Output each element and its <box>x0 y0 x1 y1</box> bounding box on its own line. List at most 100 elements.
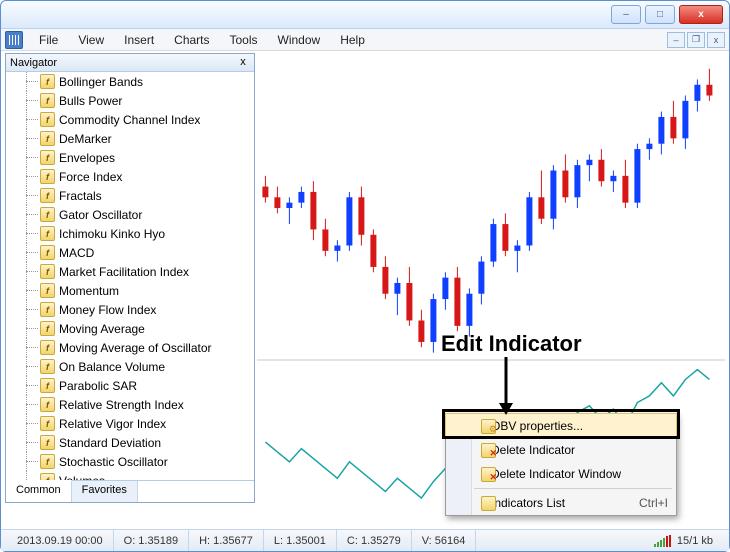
indicator-label: Gator Oscillator <box>59 208 142 222</box>
status-high: H: 1.35677 <box>189 530 264 551</box>
window-maximize-button[interactable]: □ <box>645 5 675 24</box>
menu-window[interactable]: Window <box>268 31 331 49</box>
menu-tools[interactable]: Tools <box>220 31 268 49</box>
ctx-obv-properties[interactable]: OBV properties... <box>445 413 677 439</box>
indicator-icon: f <box>40 74 55 89</box>
status-close: C: 1.35279 <box>337 530 412 551</box>
indicator-label: Envelopes <box>59 151 115 165</box>
menu-view[interactable]: View <box>68 31 114 49</box>
ctx-obv-properties-label: OBV properties... <box>491 419 583 433</box>
indicator-item[interactable]: fFractals <box>6 186 254 205</box>
mdi-minimize-button[interactable]: – <box>667 32 685 48</box>
indicator-label: Money Flow Index <box>59 303 156 317</box>
indicator-icon: f <box>40 93 55 108</box>
indicator-label: Fractals <box>59 189 102 203</box>
ctx-indicators-list-label: Indicators List <box>491 496 565 510</box>
ctx-indicators-list[interactable]: Indicators List Ctrl+I <box>446 491 676 515</box>
indicator-label: Stochastic Oscillator <box>59 455 168 469</box>
navigator-tabs: Common Favorites <box>6 480 254 502</box>
indicator-item[interactable]: f DeMarker <box>6 129 254 148</box>
indicator-item[interactable]: fStochastic Oscillator <box>6 452 254 471</box>
indicator-item[interactable]: f Money Flow Index <box>6 300 254 319</box>
indicator-label: On Balance Volume <box>59 360 165 374</box>
indicator-icon: f <box>40 473 55 480</box>
indicator-item[interactable]: f Market Facilitation Index <box>6 262 254 281</box>
window-close-button[interactable]: x <box>679 5 723 24</box>
menubar: FileViewInsertChartsToolsWindowHelp – ❐ … <box>1 29 729 51</box>
indicator-icon: f <box>40 283 55 298</box>
indicator-label: Bulls Power <box>59 94 122 108</box>
statusbar: 2013.09.19 00:00 O: 1.35189 H: 1.35677 L… <box>1 529 729 551</box>
indicator-item[interactable]: fParabolic SAR <box>6 376 254 395</box>
indicator-item[interactable]: fForce Index <box>6 167 254 186</box>
indicator-label: Momentum <box>59 284 119 298</box>
indicator-icon: f <box>40 359 55 374</box>
indicator-icon: f <box>40 321 55 336</box>
app-window: – □ x FileViewInsertChartsToolsWindowHel… <box>0 0 730 552</box>
menu-file[interactable]: File <box>29 31 68 49</box>
context-menu: OBV properties... Delete Indicator Delet… <box>445 413 677 516</box>
indicator-item[interactable]: f Relative Strength Index <box>6 395 254 414</box>
signal-bars-icon <box>654 535 671 547</box>
indicator-item[interactable]: fVolumes <box>6 471 254 480</box>
indicator-label: Bollinger Bands <box>59 75 143 89</box>
delete-window-icon <box>481 467 496 482</box>
window-minimize-button[interactable]: – <box>611 5 641 24</box>
indicator-icon: f <box>40 302 55 317</box>
navigator-title: Navigator <box>10 57 57 69</box>
indicator-item[interactable]: f Gator Oscillator <box>6 205 254 224</box>
indicator-label: DeMarker <box>59 132 112 146</box>
indicator-item[interactable]: f Bollinger Bands <box>6 72 254 91</box>
indicator-label: Force Index <box>59 170 122 184</box>
navigator-titlebar[interactable]: Navigator x <box>6 54 254 72</box>
navigator-panel: Navigator x f Bollinger Bands f Bulls Power… <box>5 53 255 503</box>
navigator-tree[interactable]: fBollinger BandsfBulls PowerfCommodity C… <box>6 72 254 480</box>
indicator-label: Ichimoku Kinko Hyo <box>59 227 165 241</box>
titlebar[interactable]: – □ x <box>1 1 729 29</box>
indicator-icon: f <box>40 435 55 450</box>
menu-help[interactable]: Help <box>330 31 375 49</box>
indicator-item[interactable]: f On Balance Volume <box>6 357 254 376</box>
indicator-icon: f <box>40 226 55 241</box>
indicator-icon: f <box>40 264 55 279</box>
ctx-delete-window-label: Delete Indicator Window <box>491 467 621 481</box>
tab-common[interactable]: Common <box>6 480 72 502</box>
indicator-item[interactable]: fEnvelopes <box>6 148 254 167</box>
indicator-item[interactable]: f Momentum <box>6 281 254 300</box>
status-datetime: 2013.09.19 00:00 <box>7 530 114 551</box>
mdi-restore-button[interactable]: ❐ <box>687 32 705 48</box>
tab-favorites[interactable]: Favorites <box>72 481 138 502</box>
indicator-label: Commodity Channel Index <box>59 113 200 127</box>
app-icon <box>5 31 23 49</box>
delete-indicator-icon <box>481 443 496 458</box>
ctx-delete-indicator[interactable]: Delete Indicator <box>446 438 676 462</box>
indicator-icon: f <box>40 397 55 412</box>
indicator-item[interactable]: fMoving Average of Oscillator <box>6 338 254 357</box>
indicator-icon: f <box>40 340 55 355</box>
indicator-item[interactable]: fMACD <box>6 243 254 262</box>
status-connection: 15/1 kb <box>644 530 723 551</box>
indicator-item[interactable]: f Bulls Power <box>6 91 254 110</box>
navigator-close-button[interactable]: x <box>236 56 250 70</box>
indicator-item[interactable]: f Ichimoku Kinko Hyo <box>6 224 254 243</box>
mdi-close-button[interactable]: x <box>707 32 725 48</box>
indicator-item[interactable]: fStandard Deviation <box>6 433 254 452</box>
ctx-delete-window[interactable]: Delete Indicator Window <box>446 462 676 486</box>
indicator-label: Moving Average <box>59 322 145 336</box>
indicator-label: Relative Strength Index <box>59 398 184 412</box>
properties-icon <box>481 419 496 434</box>
context-menu-separator <box>474 488 672 489</box>
menu-insert[interactable]: Insert <box>114 31 164 49</box>
indicator-icon: f <box>40 207 55 222</box>
ctx-delete-indicator-label: Delete Indicator <box>491 443 575 457</box>
indicator-icon: f <box>40 378 55 393</box>
menu-charts[interactable]: Charts <box>164 31 219 49</box>
indicator-item[interactable]: fRelative Vigor Index <box>6 414 254 433</box>
indicator-item[interactable]: fCommodity Channel Index <box>6 110 254 129</box>
status-low: L: 1.35001 <box>264 530 337 551</box>
ctx-indicators-list-shortcut: Ctrl+I <box>639 496 668 510</box>
indicator-label: Market Facilitation Index <box>59 265 189 279</box>
indicator-item[interactable]: f Moving Average <box>6 319 254 338</box>
indicator-icon: f <box>40 131 55 146</box>
status-volume: V: 56164 <box>412 530 477 551</box>
